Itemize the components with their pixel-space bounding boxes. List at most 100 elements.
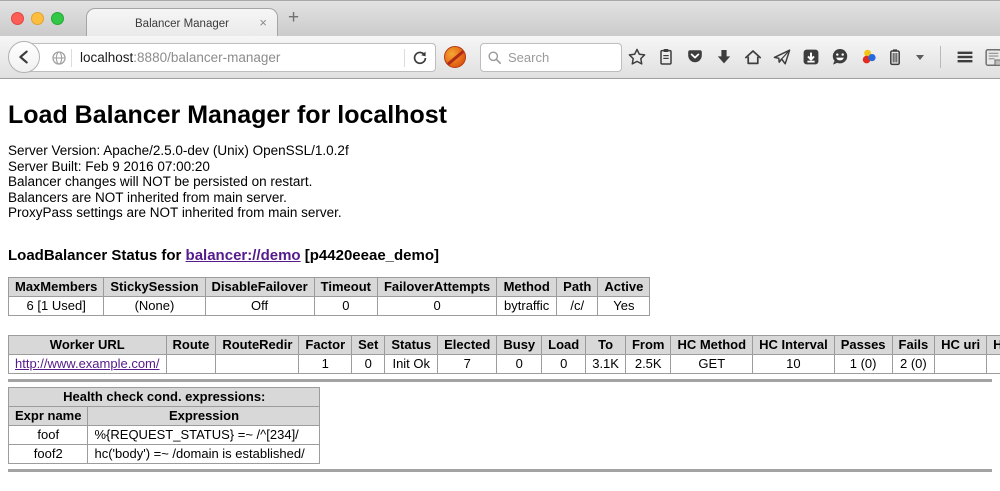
page-title: Load Balancer Manager for localhost (8, 101, 992, 130)
smiley-bubble-icon (830, 47, 850, 67)
pocket-icon (685, 47, 705, 67)
col-header: Route (166, 335, 216, 354)
table-row: foof2 hc('body') =~ /domain is establish… (9, 444, 320, 463)
urlbar-divider (71, 49, 72, 67)
col-header: StickySession (104, 277, 205, 296)
col-header: HC Expr (987, 335, 1000, 354)
minimize-window-button[interactable] (31, 12, 44, 25)
cell-expression: %{REQUEST_STATUS} =~ /^[234]/ (88, 425, 320, 444)
col-header: Fails (892, 335, 935, 354)
cell-status: Init Ok (385, 354, 438, 373)
search-input[interactable] (506, 49, 615, 66)
col-header: Expression (88, 406, 320, 425)
color-dots-icon (859, 47, 879, 67)
overflow-caret-button[interactable] (907, 36, 931, 78)
table-row: 6 [1 Used] (None) Off 0 0 bytraffic /c/ … (9, 296, 650, 315)
balancer-status-heading: LoadBalancer Status for balancer://demo … (8, 247, 992, 264)
col-header: Status (385, 335, 438, 354)
url-bar[interactable]: localhost:8880/balancer-manager (26, 43, 436, 72)
site-identity-globe-icon[interactable] (51, 50, 67, 66)
table-header-row: MaxMembers StickySession DisableFailover… (9, 277, 650, 296)
color-picker-extension-button[interactable] (854, 36, 883, 78)
col-header: Path (557, 277, 598, 296)
url-text: localhost:8880/balancer-manager (80, 50, 280, 65)
cell-route (166, 354, 216, 373)
cell-to: 3.1K (586, 354, 626, 373)
chat-smiley-button[interactable] (825, 36, 854, 78)
noscript-blocker-icon[interactable] (444, 46, 466, 68)
reading-list-button[interactable] (651, 36, 680, 78)
col-header: HC uri (935, 335, 987, 354)
tab-close-icon[interactable]: × (259, 15, 267, 31)
search-bar[interactable] (480, 43, 622, 72)
col-header: RouteRedir (216, 335, 299, 354)
reload-button[interactable] (405, 44, 435, 71)
proxypass-notice-line: ProxyPass settings are NOT inherited fro… (8, 205, 992, 221)
cell-expression: hc('body') =~ /domain is established/ (88, 444, 320, 463)
worker-url-link[interactable]: http://www.example.com/ (15, 356, 160, 371)
cell-path: /c/ (557, 296, 598, 315)
close-window-button[interactable] (11, 12, 24, 25)
tab-balancer-manager[interactable]: Balancer Manager × (86, 8, 278, 38)
col-header: Expr name (9, 406, 88, 425)
col-header: HC Method (671, 335, 753, 354)
navigation-toolbar: localhost:8880/balancer-manager (0, 36, 1000, 79)
cell-maxmembers: 6 [1 Used] (9, 296, 104, 315)
status-prefix: LoadBalancer Status for (8, 247, 186, 264)
col-header: HC Interval (753, 335, 835, 354)
divider (8, 469, 992, 472)
download-arrow-icon (714, 47, 734, 67)
health-table-title: Health check cond. expressions: (9, 387, 320, 406)
col-header: Worker URL (9, 335, 167, 354)
toolbar-icon-row (622, 36, 1000, 78)
home-icon (743, 47, 763, 67)
inherit-notice-line: Balancers are NOT inherited from main se… (8, 190, 992, 206)
cell-factor: 1 (299, 354, 352, 373)
cell-expr-name: foof2 (9, 444, 88, 463)
extension-download-button[interactable] (796, 36, 825, 78)
page-grid-icon (983, 47, 1000, 68)
downloads-button[interactable] (709, 36, 738, 78)
home-button[interactable] (738, 36, 767, 78)
menu-button[interactable] (950, 36, 979, 78)
screenshot-extension-button[interactable] (979, 36, 1000, 78)
cell-timeout: 0 (314, 296, 377, 315)
zoom-window-button[interactable] (51, 12, 64, 25)
chevron-down-icon (916, 55, 924, 60)
star-icon (627, 47, 647, 67)
col-header: From (625, 335, 671, 354)
new-tab-button[interactable]: + (288, 7, 299, 29)
back-arrow-icon (15, 48, 33, 66)
col-header: Busy (497, 335, 542, 354)
back-button[interactable] (8, 41, 40, 73)
battery-extension-button[interactable] (883, 36, 907, 78)
col-header: DisableFailover (205, 277, 314, 296)
cell-routeredir (216, 354, 299, 373)
col-header: MaxMembers (9, 277, 104, 296)
cell-load: 0 (542, 354, 586, 373)
worker-status-table: Worker URL Route RouteRedir Factor Set S… (8, 335, 1000, 374)
cell-failoverattempts: 0 (377, 296, 496, 315)
server-built-line: Server Built: Feb 9 2016 07:00:20 (8, 159, 992, 175)
balancer-demo-link[interactable]: balancer://demo (186, 247, 301, 264)
health-check-table: Health check cond. expressions: Expr nam… (8, 387, 320, 464)
col-header: Factor (299, 335, 352, 354)
bookmark-star-button[interactable] (622, 36, 651, 78)
pocket-button[interactable] (680, 36, 709, 78)
server-version-line: Server Version: Apache/2.5.0-dev (Unix) … (8, 143, 992, 159)
search-icon (487, 50, 502, 65)
reload-icon (412, 50, 428, 66)
boxed-download-icon (801, 47, 821, 67)
table-row: foof %{REQUEST_STATUS} =~ /^[234]/ (9, 425, 320, 444)
divider (8, 379, 992, 382)
battery-icon (885, 47, 905, 67)
col-header: Method (497, 277, 557, 296)
clipboard-icon (656, 47, 676, 67)
toolbar-separator (940, 46, 941, 68)
send-tab-button[interactable] (767, 36, 796, 78)
col-header: Passes (834, 335, 892, 354)
col-header: Timeout (314, 277, 377, 296)
col-header: Load (542, 335, 586, 354)
hamburger-icon (955, 47, 975, 67)
cell-active: Yes (598, 296, 650, 315)
